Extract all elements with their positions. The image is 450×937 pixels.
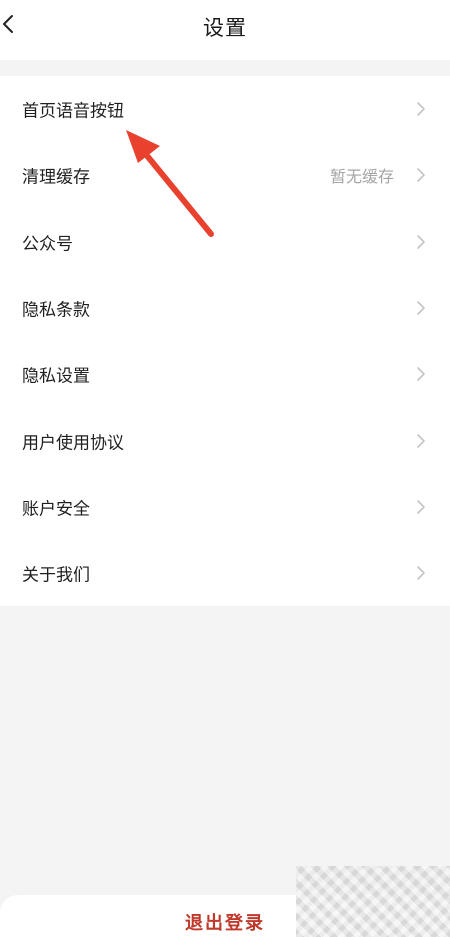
chevron-right-icon [416,300,426,316]
settings-item-privacy-terms[interactable]: 隐私条款 [0,275,450,341]
settings-item-official-account[interactable]: 公众号 [0,209,450,275]
settings-item-account-security[interactable]: 账户安全 [0,474,450,540]
settings-item-label: 关于我们 [22,565,90,586]
cache-status-value: 暂无缓存 [329,167,394,187]
chevron-right-icon [416,234,426,250]
settings-item-about-us[interactable]: 关于我们 [0,540,450,606]
chevron-right-icon [416,433,426,449]
settings-item-privacy-settings[interactable]: 隐私设置 [0,341,450,407]
settings-item-label: 用户使用协议 [22,433,124,454]
page-title: 设置 [203,16,247,40]
chevron-right-icon [416,565,426,581]
settings-item-label: 隐私设置 [22,366,90,387]
settings-item-label: 账户安全 [22,499,90,520]
chevron-right-icon [416,366,426,382]
header-bar: 设置 [0,0,450,60]
settings-item-clear-cache[interactable]: 清理缓存 暂无缓存 [0,142,450,208]
settings-list: 首页语音按钮 清理缓存 暂无缓存 公众号 隐私条款 隐私设置 用户使用协议 账户… [0,76,450,606]
chevron-right-icon [416,499,426,515]
watermark-overlay [296,866,450,937]
settings-item-label: 公众号 [22,234,73,255]
settings-item-label: 清理缓存 [22,167,90,188]
chevron-right-icon [416,167,426,183]
chevron-right-icon [416,101,426,117]
settings-item-user-agreement[interactable]: 用户使用协议 [0,407,450,473]
settings-item-voice-button[interactable]: 首页语音按钮 [0,76,450,142]
settings-item-label: 首页语音按钮 [22,101,124,122]
settings-item-label: 隐私条款 [22,300,90,321]
